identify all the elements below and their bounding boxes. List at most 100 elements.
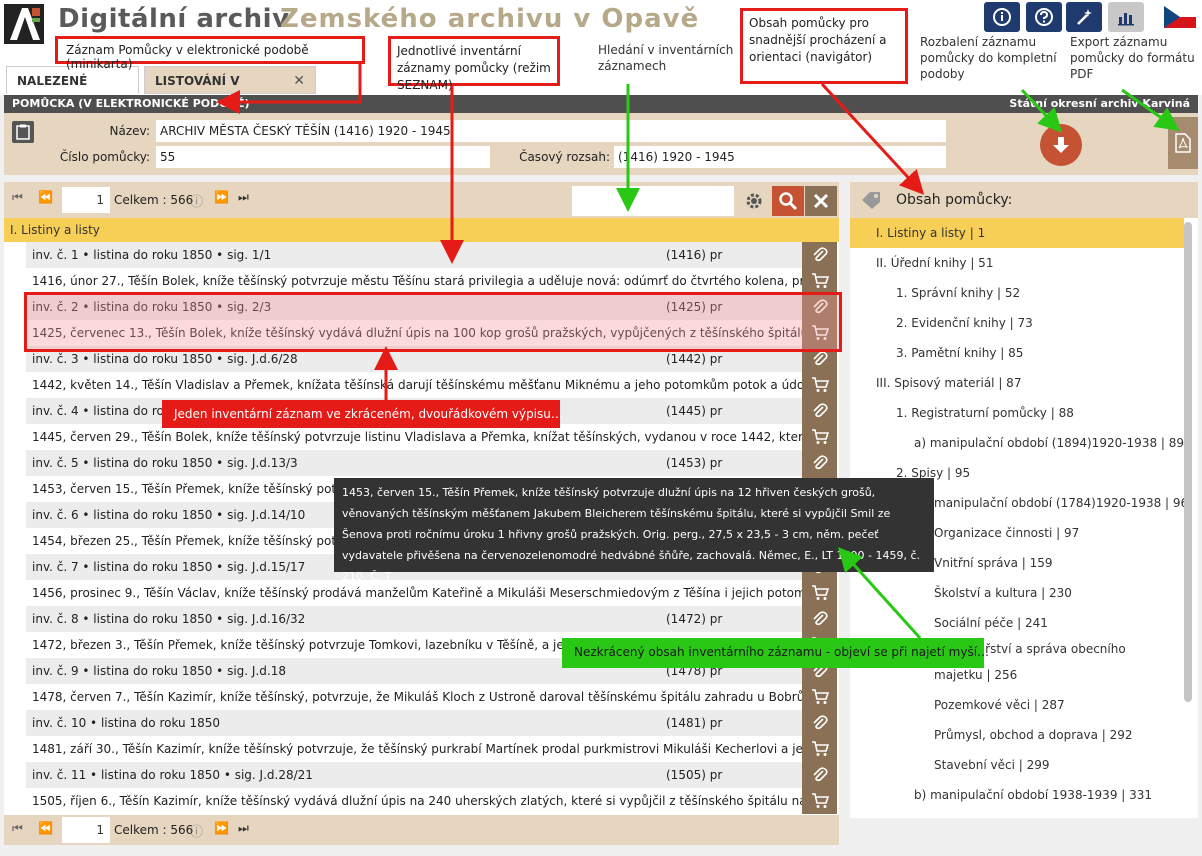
navigator-item-label: majetku | 256 [934,668,1018,682]
tag-icon [860,190,882,210]
navigator-item[interactable]: a) manipulační období (1894)1920-1938 | … [850,428,1184,458]
navigator-item[interactable]: Průmysl, obchod a doprava | 292 [850,720,1184,750]
add-to-cart-button[interactable] [802,684,837,710]
navigator-item[interactable]: Stavební věci | 299 [850,750,1184,780]
navigator-item-label: 3. Pamětní knihy | 85 [896,346,1024,360]
close-icon [812,192,830,210]
record-inventory-info: inv. č. 5 • listina do roku 1850 • sig. … [32,456,298,470]
search-settings-button[interactable] [738,186,770,216]
add-to-cart-button[interactable] [802,372,837,398]
info-circle-icon[interactable]: ⓘ [190,191,203,210]
record-row-content[interactable]: 1481, září 30., Těšín Kazimír, kníže těš… [26,736,802,762]
record-row-summary[interactable]: inv. č. 11 • listina do roku 1850 • sig.… [26,762,802,788]
navigator-item[interactable]: Školství a kultura | 230 [850,578,1184,608]
record-row-summary[interactable]: inv. č. 5 • listina do roku 1850 • sig. … [26,450,802,476]
navigator-item[interactable]: 3. Pamětní knihy | 85 [850,338,1184,368]
record-content: 1481, září 30., Těšín Kazimír, kníže těš… [32,742,802,756]
attachment-button[interactable] [802,450,837,476]
cart-icon [811,273,829,289]
first-page-icon[interactable]: ⏮ [12,821,23,836]
search-input[interactable] [572,186,734,216]
pdf-file-icon [1175,133,1191,153]
record-content: 1442, květen 14., Těšín Vladislav a Přem… [32,378,802,392]
clipboard-icon[interactable] [12,121,34,143]
record-inventory-info: inv. č. 7 • listina do roku 1850 • sig. … [32,560,306,574]
record-content: 1478, červen 7., Těšín Kazimír, kníže tě… [32,690,802,704]
first-page-icon[interactable]: ⏮ [12,190,23,205]
navigator-item[interactable]: Pozemkové věci | 287 [850,690,1184,720]
record-row-summary[interactable]: inv. č. 1 • listina do roku 1850 • sig. … [26,242,802,268]
navigator-item[interactable]: II. Úřední knihy | 51 [850,248,1184,278]
export-pdf-button[interactable] [1168,117,1198,169]
annotation-short-record: Jeden inventární záznam ve zkráceném, dv… [162,400,563,428]
search-icon [778,191,798,211]
add-to-cart-button[interactable] [802,788,837,814]
navigator-item[interactable]: b) manipulační období 1938-1939 | 331 [850,780,1184,810]
navigator-item-label: Sociální péče | 241 [934,616,1048,630]
add-to-cart-button[interactable] [802,580,837,606]
add-to-cart-button[interactable] [802,268,837,294]
range-label: Časový rozsah: [519,150,610,164]
statistics-button[interactable] [1108,2,1144,32]
record-year: (1416) pr [666,248,723,262]
attachment-button[interactable] [802,710,837,736]
record-row-content[interactable]: 1456, prosinec 9., Těšín Václav, kníže t… [26,580,802,606]
info-button[interactable] [984,2,1020,32]
attachment-button[interactable] [802,242,837,268]
navigator-item[interactable]: 1. Registraturní pomůcky | 88 [850,398,1184,428]
add-to-cart-button[interactable] [802,424,837,450]
navigator-scrollbar[interactable] [1184,222,1192,702]
tab-browse-finding-aid[interactable]: LISTOVÁNÍ V POMŮCCE ✕ [144,66,316,116]
total-count: Celkem : 566 [114,193,194,207]
record-row-content[interactable]: 1416, únor 27., Těšín Bolek, kníže těšín… [26,268,802,294]
attachment-button[interactable] [802,606,837,632]
clear-search-button[interactable] [805,186,837,216]
info-circle-icon[interactable]: ⓘ [190,821,203,840]
record-year: (1453) pr [666,456,723,470]
record-inventory-info: inv. č. 6 • listina do roku 1850 • sig. … [32,508,306,522]
prev-page-icon[interactable]: ⏪ [38,821,53,835]
navigator-item[interactable]: 2. Evidenční knihy | 73 [850,308,1184,338]
navigator-item-label: 1. Správní knihy | 52 [896,286,1021,300]
page-input[interactable]: 1 [62,187,110,213]
add-to-cart-button[interactable] [802,736,837,762]
navigator-item-label: Vnitřní správa | 159 [934,556,1053,570]
search-button[interactable] [772,186,804,216]
last-page-icon[interactable]: ⏭ [238,190,249,205]
annotation-navigator: Obsah pomůcky pro snadnější procházení a… [740,8,908,84]
range-field: (1416) 1920 - 1945 [614,146,946,168]
navigator-item-label: II. Úřední knihy | 51 [876,256,994,270]
navigator-item[interactable]: 1. Správní knihy | 52 [850,278,1184,308]
czech-flag-icon[interactable] [1164,6,1196,28]
magic-wand-button[interactable] [1066,2,1102,32]
records-section-header[interactable]: I. Listiny a listy [4,218,839,242]
record-row-summary[interactable]: inv. č. 8 • listina do roku 1850 • sig. … [26,606,802,632]
record-row-content[interactable]: 1505, říjen 6., Těšín Kazimír, kníže těš… [26,788,802,814]
record-content: 1453, červen 15., Těšín Přemek, kníže tě… [32,482,373,496]
close-tab-icon[interactable]: ✕ [293,67,305,95]
navigator-header: Obsah pomůcky: [850,182,1198,218]
cart-icon [811,741,829,757]
navigator-item[interactable]: I. Listiny a listy | 1 [850,218,1184,248]
next-page-icon[interactable]: ⏩ [214,821,229,835]
record-row-summary[interactable]: inv. č. 10 • listina do roku 1850 (1481)… [26,710,802,736]
navigator-item[interactable]: III. Spisový materiál | 87 [850,368,1184,398]
annotation-full-content: Nezkrácený obsah inventárního záznamu - … [562,638,989,668]
total-count: Celkem : 566 [114,823,194,837]
paperclip-icon [812,766,828,784]
prev-page-icon[interactable]: ⏪ [38,190,53,204]
next-page-icon[interactable]: ⏩ [214,190,229,204]
record-row-content[interactable]: 1478, červen 7., Těšín Kazimír, kníže tě… [26,684,802,710]
navigator-item[interactable]: Sociální péče | 241 [850,608,1184,638]
question-icon [1034,7,1054,27]
record-row-content[interactable]: 1442, květen 14., Těšín Vladislav a Přem… [26,372,802,398]
record-inventory-info: inv. č. 9 • listina do roku 1850 • sig. … [32,664,286,678]
last-page-icon[interactable]: ⏭ [238,821,249,836]
attachment-button[interactable] [802,398,837,424]
page-input[interactable]: 1 [62,817,110,843]
expand-record-button[interactable] [1040,124,1082,166]
attachment-button[interactable] [802,762,837,788]
paperclip-icon [812,714,828,732]
help-button[interactable] [1026,2,1062,32]
navigator-item-label: Průmysl, obchod a doprava | 292 [934,728,1133,742]
